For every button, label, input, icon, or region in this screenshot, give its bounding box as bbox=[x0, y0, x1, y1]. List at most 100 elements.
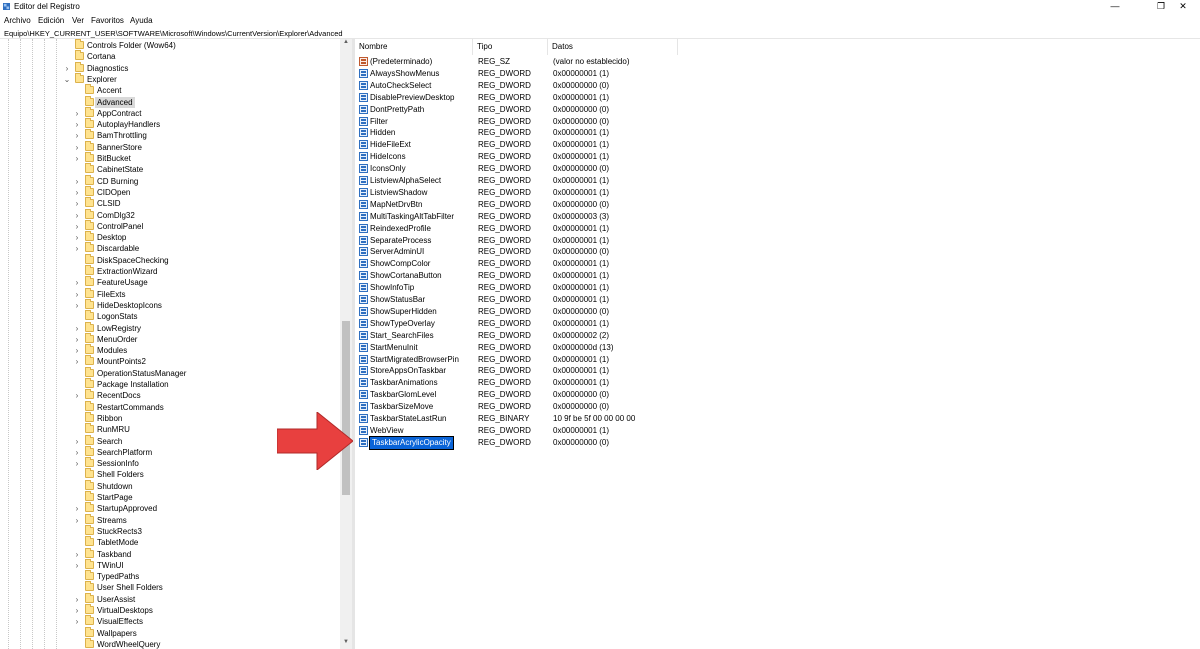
expander-icon[interactable]: › bbox=[73, 561, 81, 570]
expander-icon[interactable]: › bbox=[73, 143, 81, 152]
expander-icon[interactable]: › bbox=[73, 595, 81, 604]
value-row[interactable]: ShowStatusBar REG_DWORD 0x00000001 (1) bbox=[355, 294, 1200, 306]
expander-icon[interactable] bbox=[73, 98, 81, 107]
value-row[interactable]: StartMigratedBrowserPin REG_DWORD 0x000000… bbox=[355, 354, 1200, 366]
expander-icon[interactable] bbox=[73, 482, 81, 491]
value-row[interactable]: ShowInfoTip REG_DWORD 0x00000001 (1) bbox=[355, 282, 1200, 294]
value-row[interactable]: DontPrettyPath REG_DWORD 0x00000000 (0) bbox=[355, 104, 1200, 116]
expander-icon[interactable]: › bbox=[73, 335, 81, 344]
value-row[interactable]: MultiTaskingAltTabFilter REG_DWORD 0x00000… bbox=[355, 211, 1200, 223]
expander-icon[interactable] bbox=[73, 369, 81, 378]
expander-icon[interactable]: › bbox=[73, 550, 81, 559]
value-row[interactable]: AlwaysShowMenus REG_DWORD 0x00000001 (1) bbox=[355, 68, 1200, 80]
expander-icon[interactable] bbox=[73, 629, 81, 638]
expander-icon[interactable] bbox=[73, 312, 81, 321]
expander-icon[interactable]: › bbox=[73, 357, 81, 366]
expander-icon[interactable] bbox=[63, 52, 71, 61]
expander-icon[interactable]: › bbox=[73, 606, 81, 615]
expander-icon[interactable] bbox=[73, 470, 81, 479]
expander-icon[interactable] bbox=[73, 165, 81, 174]
close-button[interactable]: ✕ bbox=[1166, 0, 1200, 14]
expander-icon[interactable]: › bbox=[73, 199, 81, 208]
menu-favoritos[interactable]: Favoritos bbox=[91, 16, 124, 25]
value-row[interactable]: StoreAppsOnTaskbar REG_DWORD 0x00000001 (1… bbox=[355, 365, 1200, 377]
expander-icon[interactable] bbox=[73, 493, 81, 502]
value-row[interactable]: HideFileExt REG_DWORD 0x00000001 (1) bbox=[355, 139, 1200, 151]
expander-icon[interactable]: › bbox=[73, 120, 81, 129]
column-header-type[interactable]: Tipo bbox=[473, 39, 548, 55]
value-row[interactable]: ShowCompColor REG_DWORD 0x00000001 (1) bbox=[355, 258, 1200, 270]
expander-icon[interactable]: › bbox=[73, 233, 81, 242]
expander-icon[interactable] bbox=[73, 256, 81, 265]
expander-icon[interactable]: › bbox=[73, 244, 81, 253]
expander-icon[interactable] bbox=[73, 640, 81, 649]
expander-icon[interactable] bbox=[73, 572, 81, 581]
address-bar[interactable]: Equipo\HKEY_CURRENT_USER\SOFTWARE\Micros… bbox=[0, 28, 1200, 39]
expander-icon[interactable]: › bbox=[73, 459, 81, 468]
expander-icon[interactable]: › bbox=[73, 391, 81, 400]
expander-icon[interactable] bbox=[73, 267, 81, 276]
expander-icon[interactable]: › bbox=[73, 516, 81, 525]
value-row[interactable]: DisablePreviewDesktop REG_DWORD 0x00000001… bbox=[355, 92, 1200, 104]
expander-icon[interactable]: › bbox=[73, 437, 81, 446]
expander-icon[interactable] bbox=[73, 538, 81, 547]
expander-icon[interactable]: › bbox=[73, 301, 81, 310]
expander-icon[interactable]: › bbox=[73, 448, 81, 457]
expander-icon[interactable] bbox=[73, 86, 81, 95]
value-row[interactable]: HideIcons REG_DWORD 0x00000001 (1) bbox=[355, 151, 1200, 163]
menu-ver[interactable]: Ver bbox=[72, 16, 84, 25]
scroll-down-icon[interactable]: ▼ bbox=[340, 639, 352, 649]
tree-scrollbar[interactable]: ▲ ▼ bbox=[340, 39, 352, 649]
menu-edicion[interactable]: Edición bbox=[38, 16, 64, 25]
minimize-button[interactable]: — bbox=[1098, 0, 1132, 14]
value-row[interactable]: ShowTypeOverlay REG_DWORD 0x00000001 (1) bbox=[355, 318, 1200, 330]
expander-icon[interactable]: › bbox=[73, 290, 81, 299]
column-header-data[interactable]: Datos bbox=[548, 39, 678, 55]
value-row[interactable]: TaskbarGlomLevel REG_DWORD 0x00000000 (0) bbox=[355, 389, 1200, 401]
menu-ayuda[interactable]: Ayuda bbox=[130, 16, 153, 25]
expander-icon[interactable]: ⌄ bbox=[63, 75, 71, 84]
value-row[interactable]: AutoCheckSelect REG_DWORD 0x00000000 (0) bbox=[355, 80, 1200, 92]
expander-icon[interactable]: › bbox=[73, 346, 81, 355]
expander-icon[interactable]: › bbox=[73, 154, 81, 163]
value-row[interactable]: (Predeterminado) REG_SZ (valor no establec… bbox=[355, 56, 1200, 68]
expander-icon[interactable] bbox=[73, 403, 81, 412]
expander-icon[interactable]: › bbox=[73, 278, 81, 287]
value-row[interactable]: ListviewShadow REG_DWORD 0x00000001 (1) bbox=[355, 187, 1200, 199]
value-row[interactable]: Hidden REG_DWORD 0x00000001 (1) bbox=[355, 127, 1200, 139]
expander-icon[interactable] bbox=[73, 414, 81, 423]
expander-icon[interactable]: › bbox=[73, 617, 81, 626]
expander-icon[interactable]: › bbox=[73, 109, 81, 118]
expander-icon[interactable]: › bbox=[73, 324, 81, 333]
expander-icon[interactable] bbox=[73, 583, 81, 592]
menu-archivo[interactable]: Archivo bbox=[4, 16, 31, 25]
expander-icon[interactable] bbox=[73, 527, 81, 536]
value-row[interactable]: ReindexedProfile REG_DWORD 0x00000001 (1) bbox=[355, 223, 1200, 235]
value-row[interactable]: MapNetDrvBtn REG_DWORD 0x00000000 (0) bbox=[355, 199, 1200, 211]
value-row[interactable]: WebView REG_DWORD 0x00000001 (1) bbox=[355, 425, 1200, 437]
expander-icon[interactable] bbox=[73, 380, 81, 389]
value-row[interactable]: Filter REG_DWORD 0x00000000 (0) bbox=[355, 116, 1200, 128]
value-row[interactable]: TaskbarAnimations REG_DWORD 0x00000001 (1) bbox=[355, 377, 1200, 389]
value-row[interactable]: Start_SearchFiles REG_DWORD 0x00000002 (2) bbox=[355, 330, 1200, 342]
value-row[interactable]: SeparateProcess REG_DWORD 0x00000001 (1) bbox=[355, 235, 1200, 247]
value-row[interactable]: TaskbarSizeMove REG_DWORD 0x00000000 (0) bbox=[355, 401, 1200, 413]
value-row[interactable]: ListviewAlphaSelect REG_DWORD 0x00000001 (… bbox=[355, 175, 1200, 187]
expander-icon[interactable]: › bbox=[73, 131, 81, 140]
value-row[interactable]: IconsOnly REG_DWORD 0x00000000 (0) bbox=[355, 163, 1200, 175]
expander-icon[interactable]: › bbox=[73, 222, 81, 231]
expander-icon[interactable]: › bbox=[63, 64, 71, 73]
expander-icon[interactable] bbox=[73, 425, 81, 434]
value-row[interactable]: StartMenuInit REG_DWORD 0x0000000d (13) bbox=[355, 342, 1200, 354]
scroll-up-icon[interactable]: ▲ bbox=[340, 39, 352, 49]
expander-icon[interactable] bbox=[63, 41, 71, 50]
expander-icon[interactable]: › bbox=[73, 504, 81, 513]
column-header-name[interactable]: Nombre bbox=[355, 39, 473, 55]
value-row[interactable]: ShowSuperHidden REG_DWORD 0x00000000 (0) bbox=[355, 306, 1200, 318]
value-row[interactable]: TaskbarStateLastRun REG_BINARY 10 9f be 5f… bbox=[355, 413, 1200, 425]
expander-icon[interactable]: › bbox=[73, 188, 81, 197]
value-row[interactable]: ServerAdminUI REG_DWORD 0x00000000 (0) bbox=[355, 246, 1200, 258]
value-name[interactable]: TaskbarAcrylicOpacity bbox=[369, 435, 454, 450]
expander-icon[interactable]: › bbox=[73, 177, 81, 186]
value-row[interactable]: ShowCortanaButton REG_DWORD 0x00000001 (1) bbox=[355, 270, 1200, 282]
